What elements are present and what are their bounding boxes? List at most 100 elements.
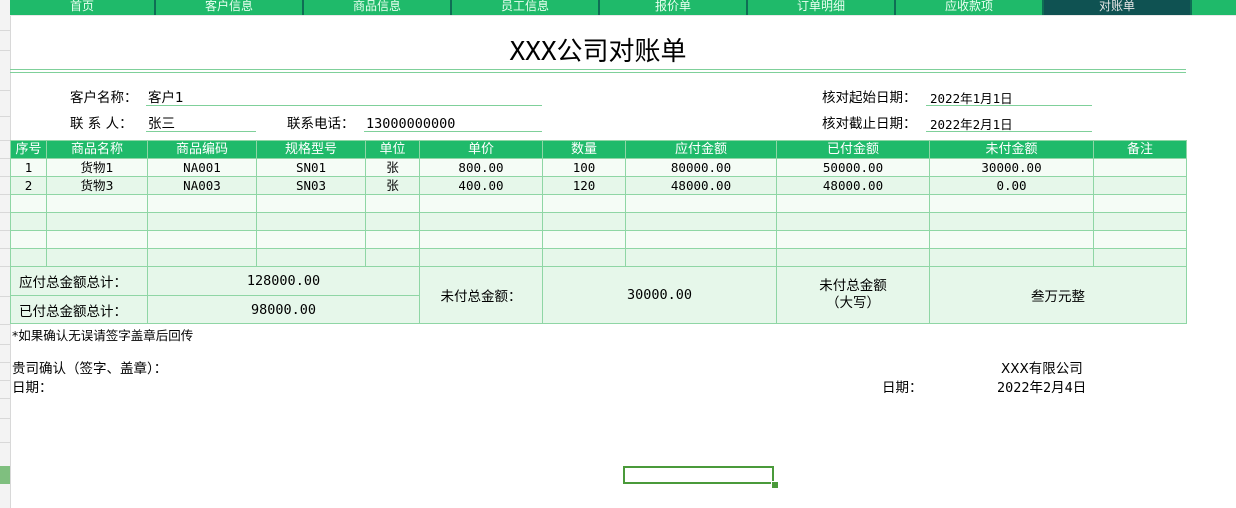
table-cell[interactable]: 张: [365, 158, 420, 177]
table-cell[interactable]: [776, 230, 930, 249]
fill-handle[interactable]: [771, 481, 779, 489]
table-cell[interactable]: [365, 212, 420, 231]
col-header-amount-payable[interactable]: 应付金额: [625, 140, 777, 159]
table-cell[interactable]: [929, 194, 1094, 213]
table-cell[interactable]: 48000.00: [776, 176, 930, 195]
table-cell[interactable]: NA003: [147, 176, 257, 195]
totals-table: 应付总金额总计： 128000.00 未付总金额： 30000.00 未付总金额…: [10, 266, 1187, 324]
table-cell[interactable]: [365, 230, 420, 249]
table-cell[interactable]: NA001: [147, 158, 257, 177]
tab-home[interactable]: 首页: [10, 0, 156, 15]
table-cell[interactable]: [46, 248, 148, 267]
table-cell[interactable]: 货物1: [46, 158, 148, 177]
col-header-product-name[interactable]: 商品名称: [46, 140, 148, 159]
table-cell[interactable]: [1093, 212, 1187, 231]
table-cell[interactable]: [625, 194, 777, 213]
table-cell[interactable]: [256, 248, 366, 267]
table-cell[interactable]: [46, 230, 148, 249]
col-header-index[interactable]: 序号: [10, 140, 47, 159]
col-header-amount-unpaid[interactable]: 未付金额: [929, 140, 1094, 159]
phone-value[interactable]: 13000000000: [366, 116, 455, 132]
table-cell[interactable]: 1: [10, 158, 47, 177]
table-cell[interactable]: [929, 248, 1094, 267]
table-cell[interactable]: [256, 230, 366, 249]
table-cell[interactable]: [929, 212, 1094, 231]
table-cell[interactable]: [1093, 194, 1187, 213]
table-cell[interactable]: [776, 212, 930, 231]
tab-statement[interactable]: 对账单: [1044, 0, 1192, 15]
table-cell[interactable]: 100: [542, 158, 626, 177]
table-cell[interactable]: [419, 194, 543, 213]
table-cell[interactable]: SN01: [256, 158, 366, 177]
tab-order-details[interactable]: 订单明细: [748, 0, 896, 15]
table-cell[interactable]: [46, 212, 148, 231]
table-cell[interactable]: SN03: [256, 176, 366, 195]
table-cell[interactable]: 0.00: [929, 176, 1094, 195]
issuer-date-value[interactable]: 2022年2月4日: [997, 380, 1086, 396]
table-cell[interactable]: [542, 248, 626, 267]
unpaid-uppercase-value[interactable]: 叁万元整: [929, 266, 1187, 324]
col-header-product-code[interactable]: 商品编码: [147, 140, 257, 159]
table-cell[interactable]: [147, 212, 257, 231]
company-name: XXX有限公司: [1001, 361, 1083, 377]
tab-overflow[interactable]: [1192, 0, 1236, 15]
table-cell[interactable]: 400.00: [419, 176, 543, 195]
active-cell-selection[interactable]: [623, 466, 774, 484]
unpaid-total-value[interactable]: 30000.00: [542, 266, 777, 324]
customer-name-value[interactable]: 客户1: [148, 90, 184, 106]
table-cell[interactable]: [542, 194, 626, 213]
tab-employee-info[interactable]: 员工信息: [452, 0, 600, 15]
table-cell[interactable]: [147, 230, 257, 249]
table-cell[interactable]: 80000.00: [625, 158, 777, 177]
col-header-remarks[interactable]: 备注: [1093, 140, 1187, 159]
table-cell[interactable]: [542, 230, 626, 249]
table-cell[interactable]: [625, 212, 777, 231]
table-cell[interactable]: [256, 194, 366, 213]
row-separator: [0, 116, 10, 117]
table-cell[interactable]: [929, 230, 1094, 249]
col-header-unit-price[interactable]: 单价: [419, 140, 543, 159]
table-cell[interactable]: 120: [542, 176, 626, 195]
table-cell[interactable]: 48000.00: [625, 176, 777, 195]
table-cell[interactable]: 50000.00: [776, 158, 930, 177]
tab-product-info[interactable]: 商品信息: [304, 0, 452, 15]
table-cell[interactable]: [419, 212, 543, 231]
table-cell[interactable]: 张: [365, 176, 420, 195]
table-cell[interactable]: [1093, 230, 1187, 249]
table-cell[interactable]: [10, 230, 47, 249]
table-cell[interactable]: [1093, 248, 1187, 267]
table-cell[interactable]: [147, 248, 257, 267]
payable-total-value[interactable]: 128000.00: [147, 266, 420, 296]
tab-receivables[interactable]: 应收款项: [896, 0, 1044, 15]
table-cell[interactable]: [365, 194, 420, 213]
table-cell[interactable]: [1093, 176, 1187, 195]
table-cell[interactable]: 30000.00: [929, 158, 1094, 177]
table-cell[interactable]: [542, 212, 626, 231]
col-header-quantity[interactable]: 数量: [542, 140, 626, 159]
table-cell[interactable]: [10, 248, 47, 267]
tab-quotation[interactable]: 报价单: [600, 0, 748, 15]
contact-value[interactable]: 张三: [148, 116, 175, 132]
table-cell[interactable]: [256, 212, 366, 231]
table-cell[interactable]: 800.00: [419, 158, 543, 177]
col-header-amount-paid[interactable]: 已付金额: [776, 140, 930, 159]
table-cell[interactable]: [419, 248, 543, 267]
table-cell[interactable]: [776, 194, 930, 213]
table-cell[interactable]: [419, 230, 543, 249]
col-header-spec-model[interactable]: 规格型号: [256, 140, 366, 159]
table-cell[interactable]: 2: [10, 176, 47, 195]
paid-total-value[interactable]: 98000.00: [147, 295, 420, 324]
table-cell[interactable]: [10, 194, 47, 213]
selected-row-header[interactable]: [0, 466, 10, 484]
table-cell[interactable]: [147, 194, 257, 213]
table-cell[interactable]: [625, 248, 777, 267]
tab-customer-info[interactable]: 客户信息: [156, 0, 304, 15]
table-cell[interactable]: [1093, 158, 1187, 177]
col-header-unit[interactable]: 单位: [365, 140, 420, 159]
table-cell[interactable]: [365, 248, 420, 267]
table-cell[interactable]: 货物3: [46, 176, 148, 195]
table-cell[interactable]: [10, 212, 47, 231]
table-cell[interactable]: [625, 230, 777, 249]
table-cell[interactable]: [776, 248, 930, 267]
table-cell[interactable]: [46, 194, 148, 213]
